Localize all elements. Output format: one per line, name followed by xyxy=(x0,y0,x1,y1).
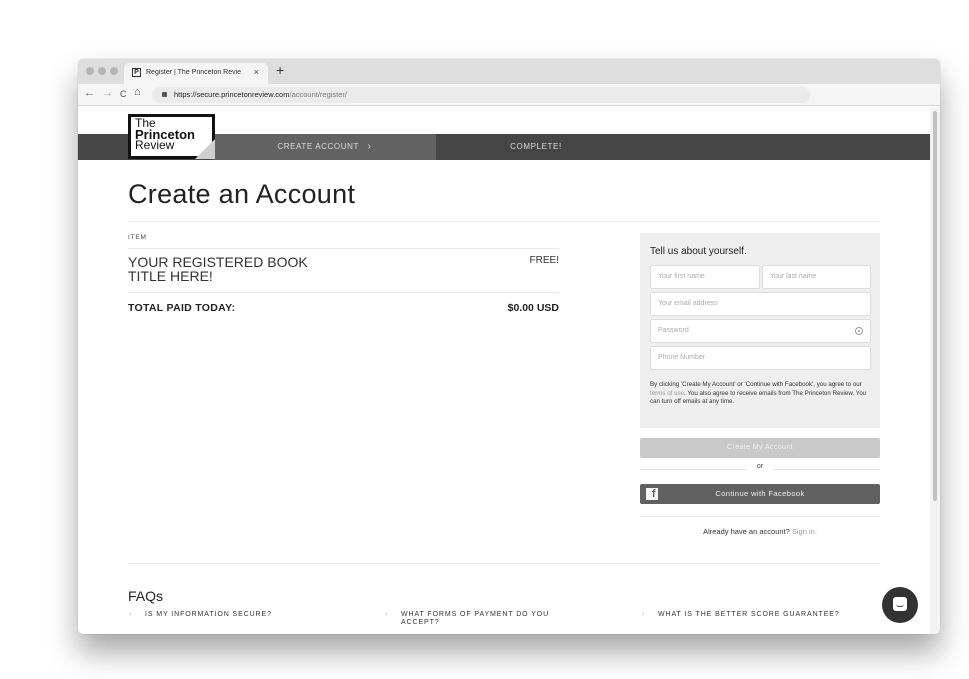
divider xyxy=(128,292,559,293)
divider xyxy=(128,221,880,222)
form-title: Tell us about yourself. xyxy=(650,246,747,257)
step-label: CREATE ACCOUNT xyxy=(277,142,359,151)
facebook-icon: f xyxy=(646,488,658,500)
faq-item[interactable]: › WHAT IS THE BETTER SCORE GUARANTEE? xyxy=(642,611,878,619)
new-tab-button[interactable]: + xyxy=(276,62,284,78)
step-create-account: CREATE ACCOUNT › xyxy=(213,134,436,160)
chevron-right-icon: › xyxy=(129,611,133,618)
faq-item[interactable]: › WHAT FORMS OF PAYMENT DO YOU ACCEPT? xyxy=(385,611,576,626)
divider xyxy=(128,248,559,249)
signin-prompt: Already have an account? Sign in. xyxy=(640,527,880,536)
chevron-right-icon: › xyxy=(367,141,372,152)
terms-text: By clicking 'Create My Account' or 'Cont… xyxy=(650,381,875,407)
browser-window: P Register | The Princeton Revie × + ← →… xyxy=(78,59,940,634)
url-path: /account/register/ xyxy=(289,90,348,99)
item-price: FREE! xyxy=(529,255,559,266)
password-input[interactable]: Password xyxy=(650,319,871,343)
lock-icon xyxy=(162,92,167,97)
favicon-icon: P xyxy=(132,68,141,77)
or-separator: or xyxy=(756,463,764,470)
close-tab-icon[interactable]: × xyxy=(254,67,259,77)
total-value: $0.00 USD xyxy=(507,302,559,314)
create-account-button[interactable]: Create My Account xyxy=(640,438,880,458)
divider xyxy=(774,469,880,470)
step-complete: COMPLETE! xyxy=(510,142,562,151)
terms-text-before: By clicking 'Create My Account' or 'Cont… xyxy=(650,381,862,388)
address-bar[interactable]: https://secure.princetonreview.com/accou… xyxy=(152,87,810,103)
home-icon[interactable]: ⌂ xyxy=(134,86,141,98)
email-input[interactable]: Your email address xyxy=(650,292,871,316)
divider xyxy=(640,516,880,517)
tab-title: Register | The Princeton Revie xyxy=(146,69,242,76)
maximize-window-button[interactable] xyxy=(110,67,118,75)
facebook-button-label: Continue with Facebook xyxy=(715,489,805,498)
registration-form: Tell us about yourself. Your first name … xyxy=(640,233,880,428)
total-label: TOTAL PAID TODAY: xyxy=(128,302,236,314)
browser-toolbar: ← → C ⌂ https://secure.princetonreview.c… xyxy=(78,84,940,106)
browser-tab[interactable]: P Register | The Princeton Revie × xyxy=(124,63,268,84)
princeton-review-logo[interactable]: The Princeton Review xyxy=(128,114,215,159)
show-password-icon[interactable] xyxy=(855,327,863,335)
password-placeholder: Password xyxy=(658,327,689,334)
divider xyxy=(128,563,880,564)
url-host: https://secure.princetonreview.com xyxy=(174,90,290,99)
vertical-scrollbar[interactable] xyxy=(930,107,940,634)
chevron-right-icon: › xyxy=(642,611,646,618)
chevron-right-icon: › xyxy=(385,611,389,618)
url-text: https://secure.princetonreview.com/accou… xyxy=(174,87,347,103)
page-title: Create an Account xyxy=(128,179,356,209)
back-icon[interactable]: ← xyxy=(84,87,95,99)
logo-corner xyxy=(195,139,215,159)
faq-question: IS MY INFORMATION SECURE? xyxy=(145,611,272,618)
last-name-input[interactable]: Your last name xyxy=(762,265,871,289)
signin-prompt-text: Already have an account? xyxy=(703,527,790,536)
phone-input[interactable]: Phone Number xyxy=(650,346,871,370)
faq-item[interactable]: › IS MY INFORMATION SECURE? xyxy=(129,611,325,619)
reload-icon[interactable]: C xyxy=(120,89,127,99)
chat-launcher-button[interactable] xyxy=(882,587,918,623)
faq-question: WHAT FORMS OF PAYMENT DO YOU ACCEPT? xyxy=(401,611,550,626)
page-viewport: CREATE ACCOUNT › COMPLETE! The Princeton… xyxy=(78,107,940,634)
forward-icon[interactable]: → xyxy=(102,87,113,99)
faq-question: WHAT IS THE BETTER SCORE GUARANTEE? xyxy=(658,611,840,618)
faqs-title: FAQs xyxy=(128,588,164,604)
item-name: YOUR REGISTERED BOOK TITLE HERE! xyxy=(128,254,308,284)
scrollbar-thumb[interactable] xyxy=(933,111,937,501)
divider xyxy=(640,469,746,470)
facebook-login-button[interactable]: f Continue with Facebook xyxy=(640,484,880,504)
tab-bar: P Register | The Princeton Revie × + xyxy=(78,59,940,84)
minimize-window-button[interactable] xyxy=(98,67,106,75)
signin-link[interactable]: Sign in. xyxy=(792,527,817,536)
item-column-header: ITEM xyxy=(128,234,147,241)
terms-of-use-link[interactable]: terms of use xyxy=(650,390,684,397)
close-window-button[interactable] xyxy=(86,67,94,75)
first-name-input[interactable]: Your first name xyxy=(650,265,760,289)
